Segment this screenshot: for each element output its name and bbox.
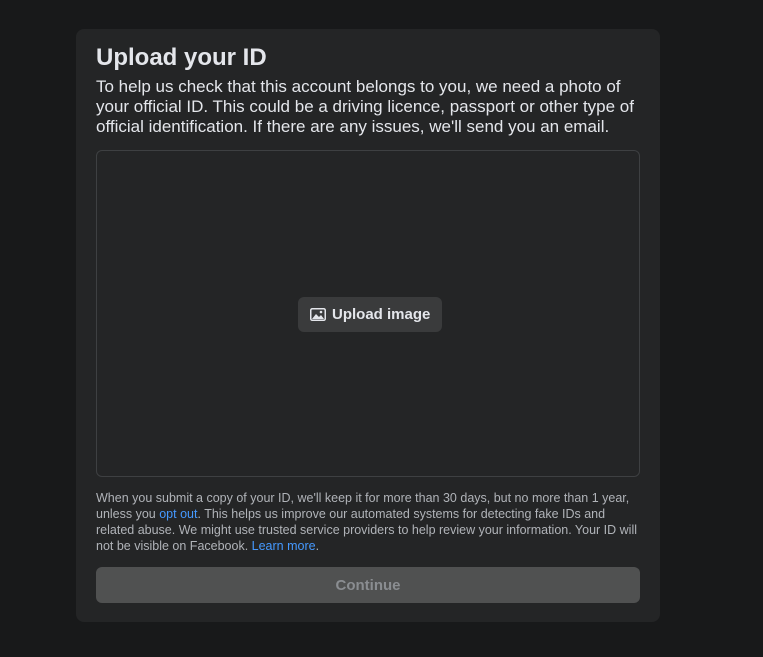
disclaimer-text-3: .: [315, 539, 320, 553]
learn-more-link[interactable]: Learn more: [252, 539, 316, 553]
upload-image-label: Upload image: [332, 306, 431, 323]
dialog-intro-text: To help us check that this account belon…: [96, 77, 634, 136]
continue-button[interactable]: Continue: [96, 567, 640, 603]
retention-disclaimer: When you submit a copy of your ID, we'll…: [96, 490, 641, 554]
upload-dropzone[interactable]: Upload image: [96, 150, 640, 477]
upload-image-button[interactable]: Upload image: [298, 297, 443, 332]
dialog-title: Upload your ID: [96, 44, 267, 71]
image-icon: [310, 308, 326, 321]
opt-out-link[interactable]: opt out: [159, 507, 197, 521]
upload-id-dialog: Upload your ID To help us check that thi…: [76, 29, 660, 622]
